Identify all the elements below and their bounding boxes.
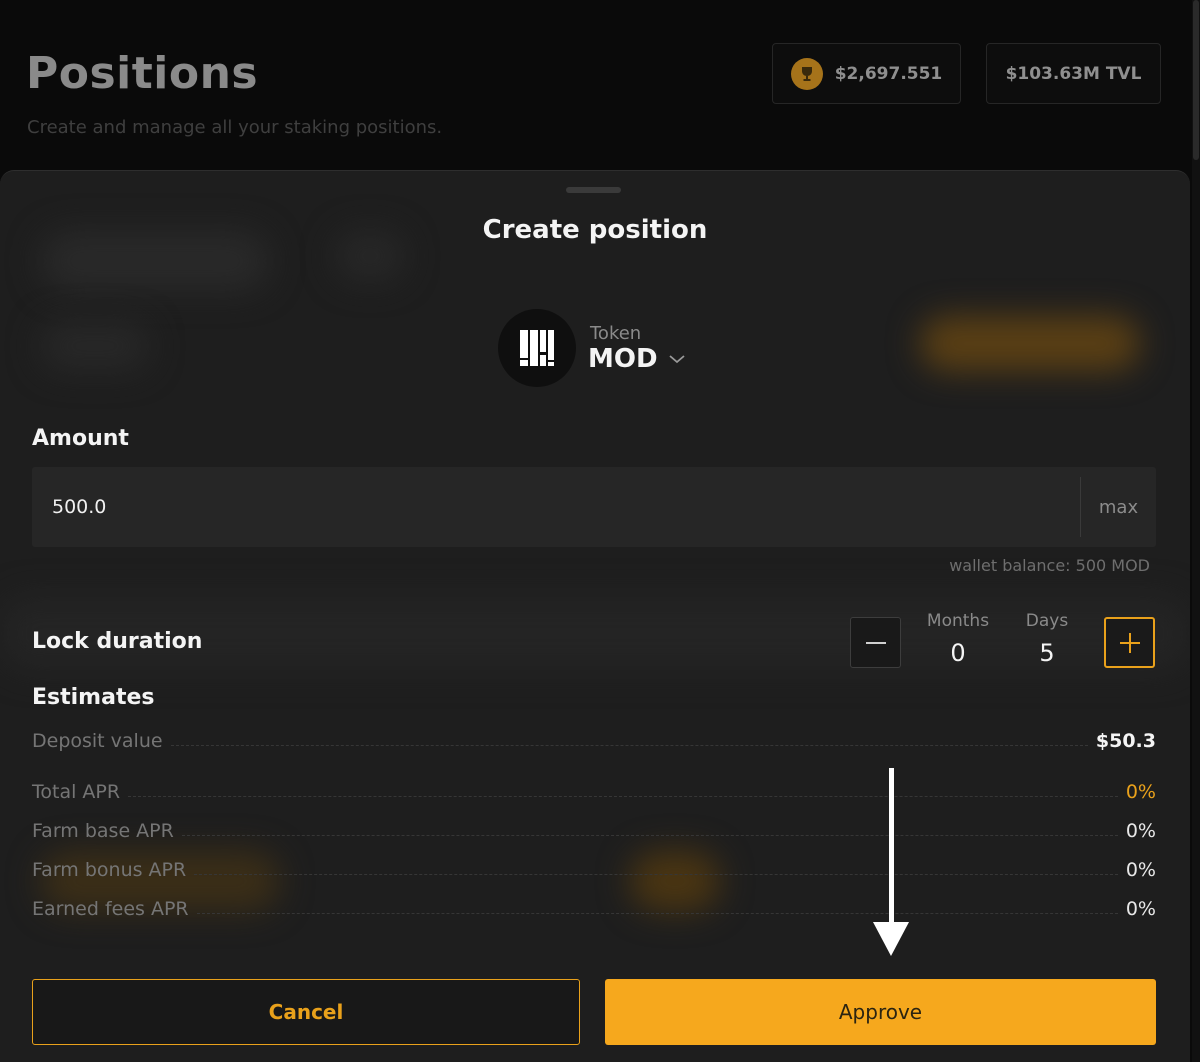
days-value: 5 xyxy=(1039,639,1055,667)
deposit-value-label: Deposit value xyxy=(32,730,163,752)
dotted-leader xyxy=(196,913,1118,914)
amount-label: Amount xyxy=(32,426,129,451)
token-symbol: MOD xyxy=(588,343,658,374)
wallet-balance: wallet balance: 500 MOD xyxy=(949,556,1150,575)
page-subtitle: Create and manage all your staking posit… xyxy=(27,117,443,138)
months-value: 0 xyxy=(950,639,966,667)
earned-fees-apr-row: Earned fees APR 0% xyxy=(32,894,1156,920)
farm-base-apr-value: 0% xyxy=(1125,820,1156,842)
dotted-leader xyxy=(181,835,1118,836)
chevron-down-icon xyxy=(668,354,685,363)
earned-fees-apr-value: 0% xyxy=(1125,898,1156,920)
days-label: Days xyxy=(1025,611,1069,631)
farm-bonus-apr-value: 0% xyxy=(1125,859,1156,881)
amount-field: max xyxy=(32,467,1156,547)
farm-bonus-apr-label: Farm bonus APR xyxy=(32,859,187,881)
earned-value-text: $2,697.551 xyxy=(834,63,943,84)
app-page: Positions Create and manage all your sta… xyxy=(0,0,1200,1062)
tvl-text: $103.63M TVL xyxy=(1005,63,1142,84)
earned-value-chip[interactable]: $2,697.551 xyxy=(772,43,961,104)
arrow-shaft xyxy=(889,768,894,928)
trophy-icon xyxy=(790,57,823,90)
estimates-label: Estimates xyxy=(32,685,155,710)
increase-duration-button[interactable] xyxy=(1104,617,1155,668)
token-selector[interactable]: Token MOD xyxy=(498,309,686,387)
total-apr-value: 0% xyxy=(1125,781,1156,803)
create-position-modal: Create position Token MOD Amount 500.0 m… xyxy=(0,170,1190,1062)
earned-fees-apr-label: Earned fees APR xyxy=(32,898,189,920)
token-caption: Token xyxy=(590,322,642,344)
months-column: Months 0 xyxy=(922,611,994,667)
tvl-chip[interactable]: $103.63M TVL xyxy=(986,43,1161,104)
total-apr-label: Total APR xyxy=(32,781,121,803)
farm-base-apr-label: Farm base APR xyxy=(32,820,174,842)
farm-bonus-apr-row: Farm bonus APR 0% xyxy=(32,855,1156,881)
modal-title: Create position xyxy=(482,215,708,245)
months-label: Months xyxy=(926,611,990,631)
mod-logo-icon xyxy=(498,309,576,387)
page-title: Positions xyxy=(26,48,259,99)
minus-icon xyxy=(865,641,886,644)
decrease-duration-button[interactable] xyxy=(850,617,901,668)
blurred-background xyxy=(920,316,1140,371)
plus-icon xyxy=(1119,632,1140,653)
dotted-leader xyxy=(128,796,1118,797)
page-scrollbar[interactable] xyxy=(1192,0,1200,1062)
amount-input[interactable] xyxy=(32,467,1080,547)
max-button[interactable]: max xyxy=(1080,477,1156,537)
dotted-leader xyxy=(170,745,1088,746)
dotted-leader xyxy=(194,874,1118,875)
cancel-button[interactable]: Cancel xyxy=(32,979,580,1045)
arrow-head xyxy=(873,922,909,956)
farm-base-apr-row: Farm base APR 0% xyxy=(32,816,1156,842)
deposit-value-row: Deposit value $50.3 xyxy=(32,726,1156,752)
blurred-background xyxy=(40,321,150,371)
lock-duration-label: Lock duration xyxy=(32,629,203,654)
approve-button[interactable]: Approve xyxy=(605,979,1156,1045)
drag-handle[interactable] xyxy=(566,187,621,193)
total-apr-row: Total APR 0% xyxy=(32,777,1156,803)
scrollbar-thumb[interactable] xyxy=(1193,0,1199,160)
deposit-value: $50.3 xyxy=(1095,730,1156,752)
days-column: Days 5 xyxy=(1017,611,1077,667)
